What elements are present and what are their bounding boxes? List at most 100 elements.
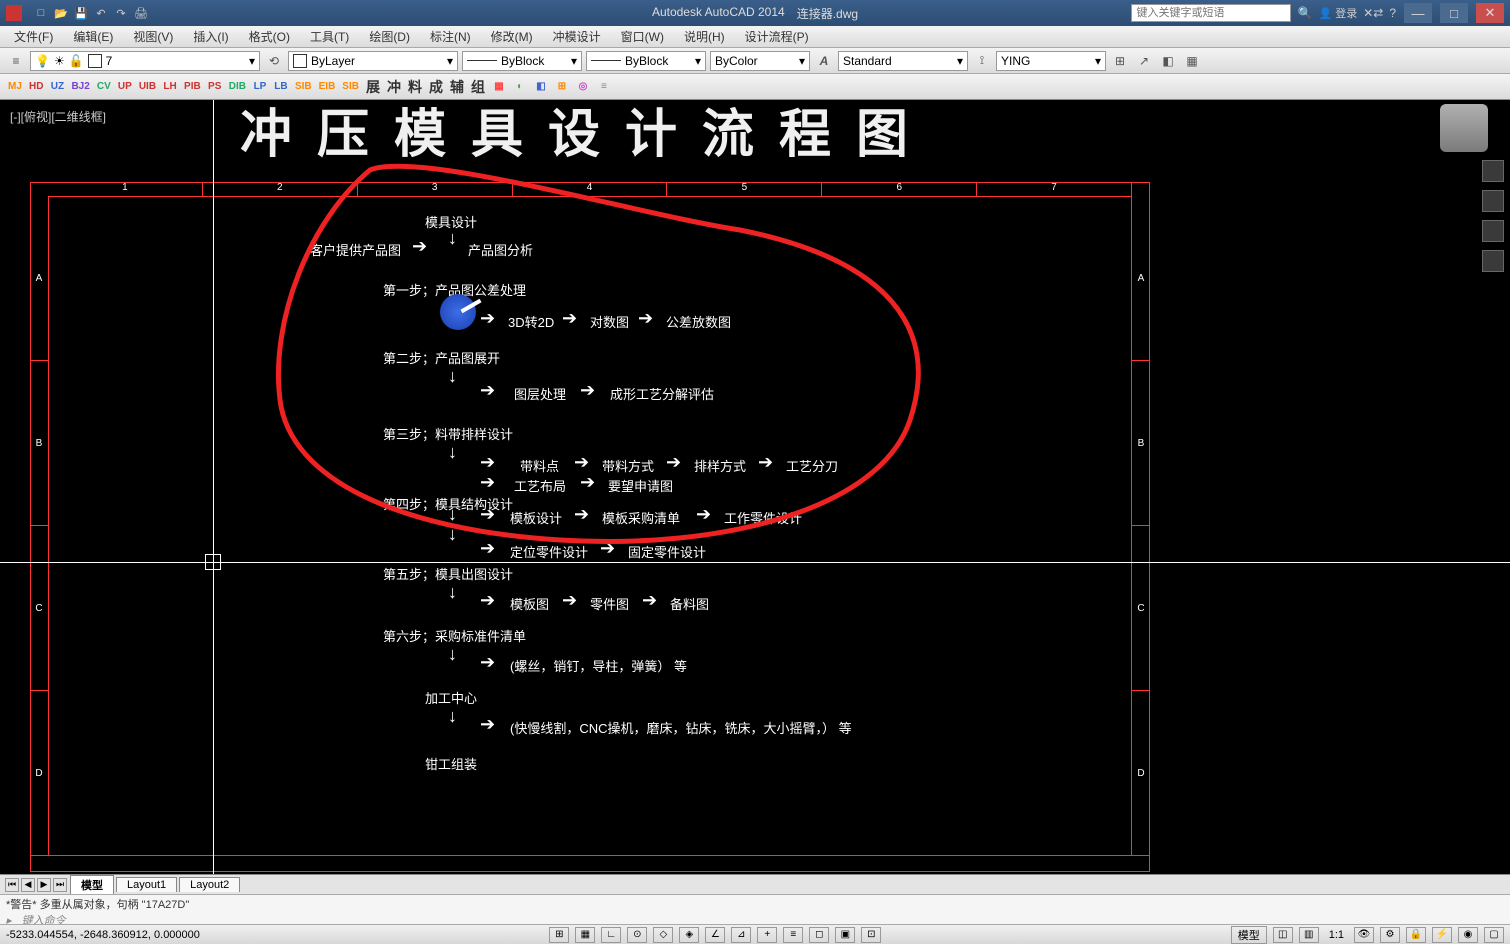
menu-file[interactable]: 文件(F) (4, 26, 63, 47)
otrack-toggle[interactable]: ∠ (705, 927, 725, 943)
workspace-icon[interactable]: ⚙ (1380, 927, 1400, 943)
textstyle-dropdown[interactable]: Standard ▾ (838, 51, 968, 71)
minimize-button[interactable]: — (1404, 3, 1432, 23)
anno-scale[interactable]: 1:1 (1325, 929, 1348, 941)
menu-format[interactable]: 格式(O) (239, 26, 300, 47)
osnap-toggle[interactable]: ◇ (653, 927, 673, 943)
signin-label[interactable]: 👤 登录 (1318, 5, 1357, 21)
qat-open-icon[interactable]: 📂 (52, 4, 70, 22)
tbtn-uib[interactable]: UIB (137, 77, 158, 97)
tablestyle-icon[interactable]: ⊞ (1110, 51, 1130, 71)
plotstyle-dropdown[interactable]: ByColor ▾ (710, 51, 810, 71)
textstyle-icon[interactable]: A (814, 51, 834, 71)
layer-manager-icon[interactable]: ≡ (6, 51, 26, 71)
tbtn-pib[interactable]: PIB (182, 77, 203, 97)
ruler-cell: B (30, 361, 48, 526)
search-icon[interactable]: 🔍 (1297, 6, 1312, 20)
3dosnap-toggle[interactable]: ◈ (679, 927, 699, 943)
tbtn-bj2[interactable]: BJ2 (69, 77, 91, 97)
tbtn-uz[interactable]: UZ (48, 77, 66, 97)
nav-orbit-icon[interactable] (1482, 220, 1504, 242)
exchange-icon[interactable]: ✕⇄ (1363, 6, 1383, 20)
tab-layout1[interactable]: Layout1 (116, 877, 177, 892)
menu-die[interactable]: 冲模设计 (543, 26, 611, 47)
ortho-toggle[interactable]: ∟ (601, 927, 621, 943)
arrow-right-icon: ➔ (580, 472, 595, 493)
quickview-layouts-icon[interactable]: ▥ (1299, 927, 1319, 943)
lwt-toggle[interactable]: ≡ (783, 927, 803, 943)
menu-edit[interactable]: 编辑(E) (63, 26, 123, 47)
help-search-input[interactable] (1131, 4, 1291, 22)
sc-toggle[interactable]: ⊡ (861, 927, 881, 943)
model-space-label[interactable]: 模型 (1231, 926, 1267, 944)
layer-prev-icon[interactable]: ⟲ (264, 51, 284, 71)
qat-redo-icon[interactable]: ↷ (112, 4, 130, 22)
snap-toggle[interactable]: ⊞ (549, 927, 569, 943)
menu-draw[interactable]: 绘图(D) (359, 26, 420, 47)
ducs-toggle[interactable]: ⊿ (731, 927, 751, 943)
tbtn-hd[interactable]: HD (27, 77, 45, 97)
tbtn-up[interactable]: UP (116, 77, 134, 97)
qat-print-icon[interactable]: 🖨 (132, 4, 150, 22)
maximize-button[interactable]: □ (1440, 3, 1468, 23)
arrow-right-icon: ➔ (412, 236, 427, 257)
dimstyle-dropdown[interactable]: YING ▾ (996, 51, 1106, 71)
ruler-cell: C (1132, 526, 1150, 691)
tab-prev-icon[interactable]: ◀ (21, 878, 35, 892)
menu-dim[interactable]: 标注(N) (420, 26, 481, 47)
misc-icon[interactable]: ◧ (1158, 51, 1178, 71)
menu-insert[interactable]: 插入(I) (183, 26, 238, 47)
qat-new-icon[interactable]: □ (32, 4, 50, 22)
tbtn-mj[interactable]: MJ (6, 77, 24, 97)
view-label[interactable]: [-][俯视][二维线框] (10, 108, 106, 125)
misc2-icon[interactable]: ▦ (1182, 51, 1202, 71)
dimstyle-icon[interactable]: ⟟ (972, 51, 992, 71)
mleader-icon[interactable]: ↗ (1134, 51, 1154, 71)
hardware-accel-icon[interactable]: ⚡ (1432, 927, 1452, 943)
color-dropdown[interactable]: ByLayer ▾ (288, 51, 458, 71)
menu-window[interactable]: 窗口(W) (611, 26, 674, 47)
qat-save-icon[interactable]: 💾 (72, 4, 90, 22)
arrow-right-icon: ➔ (480, 538, 495, 559)
dyn-toggle[interactable]: + (757, 927, 777, 943)
isolate-icon[interactable]: ◉ (1458, 927, 1478, 943)
anno-vis-icon[interactable]: 👁 (1354, 927, 1374, 943)
view-cube[interactable] (1440, 104, 1488, 152)
nav-wheel-icon[interactable] (1482, 250, 1504, 272)
linetype-dropdown[interactable]: ByBlock ▾ (462, 51, 582, 71)
tab-first-icon[interactable]: ⏮ (5, 878, 19, 892)
tbtn-ps[interactable]: PS (206, 77, 224, 97)
menu-modify[interactable]: 修改(M) (481, 26, 543, 47)
tab-layout2[interactable]: Layout2 (179, 877, 240, 892)
nav-pan-icon[interactable] (1482, 160, 1504, 182)
arrow-right-icon: ➔ (480, 452, 495, 473)
grid-toggle[interactable]: ▦ (575, 927, 595, 943)
qp-toggle[interactable]: ▣ (835, 927, 855, 943)
close-button[interactable]: ✕ (1476, 3, 1504, 23)
flow-node: 备料图 (670, 594, 709, 613)
tbtn-lh[interactable]: LH (161, 77, 179, 97)
tpy-toggle[interactable]: ◻ (809, 927, 829, 943)
tab-last-icon[interactable]: ⏭ (53, 878, 67, 892)
polar-toggle[interactable]: ⊙ (627, 927, 647, 943)
drawing-canvas[interactable]: [-][俯视][二维线框] 冲 压 模 具 设 计 流 程 图 1 2 3 4 … (0, 100, 1510, 894)
clean-screen-icon[interactable]: ▢ (1484, 927, 1504, 943)
arrow-down-icon: ↓ (448, 706, 457, 727)
arrow-down-icon: ↓ (448, 442, 457, 463)
menu-view[interactable]: 视图(V) (123, 26, 183, 47)
tbtn-cv[interactable]: CV (95, 77, 113, 97)
lineweight-dropdown[interactable]: ByBlock ▾ (586, 51, 706, 71)
quickview-icon[interactable]: ◫ (1273, 927, 1293, 943)
qat-undo-icon[interactable]: ↶ (92, 4, 110, 22)
flow-step: 第三步；料带排样设计 (383, 424, 513, 443)
menu-help[interactable]: 说明(H) (674, 26, 735, 47)
crosshair-vertical (213, 100, 214, 894)
lock-ui-icon[interactable]: 🔒 (1406, 927, 1426, 943)
layer-dropdown[interactable]: 💡 ☀ 🔓 7 ▾ (30, 51, 260, 71)
help-icon[interactable]: ? (1389, 6, 1396, 20)
menu-tools[interactable]: 工具(T) (300, 26, 359, 47)
nav-zoom-icon[interactable] (1482, 190, 1504, 212)
tab-next-icon[interactable]: ▶ (37, 878, 51, 892)
tab-model[interactable]: 模型 (70, 875, 114, 894)
menu-process[interactable]: 设计流程(P) (735, 26, 819, 47)
